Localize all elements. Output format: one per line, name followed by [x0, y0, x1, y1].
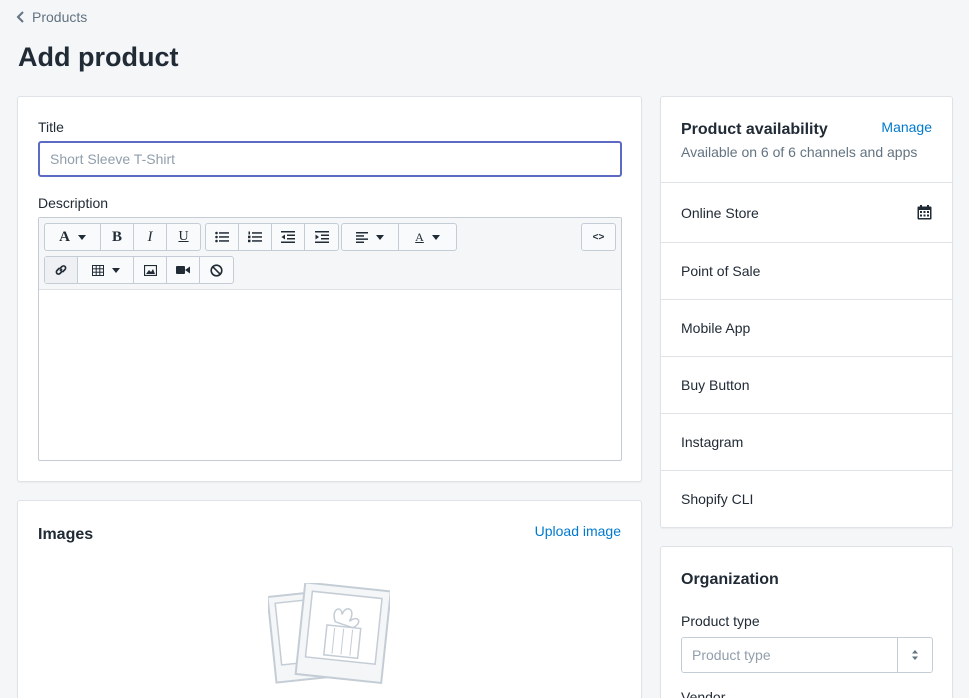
image-placeholder-illustration [268, 583, 390, 685]
italic-button[interactable]: I [134, 224, 167, 250]
channel-name: Mobile App [681, 320, 751, 336]
calendar-icon[interactable] [917, 205, 932, 220]
table-dropdown-button[interactable] [78, 257, 134, 283]
title-input[interactable] [38, 141, 622, 177]
product-type-label: Product type [681, 613, 760, 629]
channel-row-point-of-sale: Point of Sale [661, 242, 952, 299]
description-text-area[interactable] [39, 290, 621, 460]
italic-icon: I [147, 228, 153, 245]
channel-name: Instagram [681, 434, 744, 450]
product-availability-card: Product availability Manage Available on… [660, 96, 953, 528]
select-arrows-icon [897, 638, 932, 672]
title-label: Title [38, 119, 64, 135]
channel-name: Buy Button [681, 377, 750, 393]
description-label: Description [38, 195, 109, 211]
html-toggle-group: <> [581, 223, 616, 251]
channel-row-online-store: Online Store [661, 182, 952, 242]
indent-button[interactable] [305, 224, 338, 250]
outdent-icon [281, 231, 295, 243]
page-title: Add product [18, 42, 179, 72]
numbered-list-icon [248, 231, 262, 243]
channel-name: Point of Sale [681, 263, 761, 279]
text-format-group: A B I U [44, 223, 201, 251]
table-icon [91, 264, 104, 276]
list-indent-group [205, 223, 339, 251]
images-card: Images Upload image [17, 500, 642, 698]
outdent-button[interactable] [272, 224, 305, 250]
caret-down-icon [431, 234, 440, 240]
link-icon [55, 265, 67, 275]
insert-group [44, 256, 234, 284]
product-type-placeholder: Product type [692, 647, 771, 663]
product-type-select[interactable]: Product type [681, 637, 933, 673]
caret-down-icon [376, 234, 384, 240]
breadcrumb-label: Products [32, 9, 88, 25]
organization-card: Organization Product type Product type V… [660, 546, 953, 698]
editor-toolbar: A B I U A <> [39, 218, 621, 290]
channel-name: Shopify CLI [681, 491, 754, 507]
channel-row-shopify-cli: Shopify CLI [661, 470, 952, 527]
bullet-list-icon [215, 231, 229, 243]
align-color-group: A [341, 223, 457, 251]
bullet-list-button[interactable] [206, 224, 239, 250]
code-icon: <> [592, 231, 605, 243]
video-icon [176, 266, 190, 274]
manage-link[interactable]: Manage [881, 119, 932, 135]
clear-formatting-button[interactable] [200, 257, 233, 283]
font-dropdown-button[interactable]: A [45, 224, 101, 250]
availability-heading: Product availability [681, 121, 828, 138]
channel-name: Online Store [681, 204, 759, 221]
html-view-button[interactable]: <> [582, 224, 615, 250]
underline-icon: U [178, 229, 189, 244]
insert-image-button[interactable] [134, 257, 167, 283]
font-icon: A [59, 228, 70, 245]
text-color-dropdown-button[interactable]: A [399, 224, 456, 250]
text-color-icon: A [415, 229, 424, 244]
indent-icon [314, 231, 329, 243]
clear-formatting-icon [210, 263, 223, 277]
vendor-label: Vendor [681, 689, 726, 698]
description-editor: A B I U A <> [38, 217, 622, 461]
general-card: Title Description A B I U [17, 96, 642, 482]
channel-row-buy-button: Buy Button [661, 356, 952, 413]
channel-row-instagram: Instagram [661, 413, 952, 470]
bold-button[interactable]: B [101, 224, 134, 250]
numbered-list-button[interactable] [239, 224, 272, 250]
upload-image-link[interactable]: Upload image [535, 523, 621, 539]
underline-button[interactable]: U [167, 224, 200, 250]
insert-link-button[interactable] [45, 257, 78, 283]
channel-row-mobile-app: Mobile App [661, 299, 952, 356]
availability-subtitle: Available on 6 of 6 channels and apps [681, 144, 918, 160]
caret-down-icon [77, 234, 86, 240]
align-left-icon [356, 231, 368, 243]
caret-down-icon [111, 267, 120, 273]
bold-icon: B [111, 228, 122, 245]
organization-heading: Organization [681, 571, 779, 588]
breadcrumb-back-link[interactable]: Products [16, 9, 87, 25]
align-dropdown-button[interactable] [342, 224, 399, 250]
insert-video-button[interactable] [167, 257, 200, 283]
images-heading: Images [38, 526, 94, 543]
image-icon [143, 264, 157, 276]
chevron-left-icon [16, 11, 24, 23]
